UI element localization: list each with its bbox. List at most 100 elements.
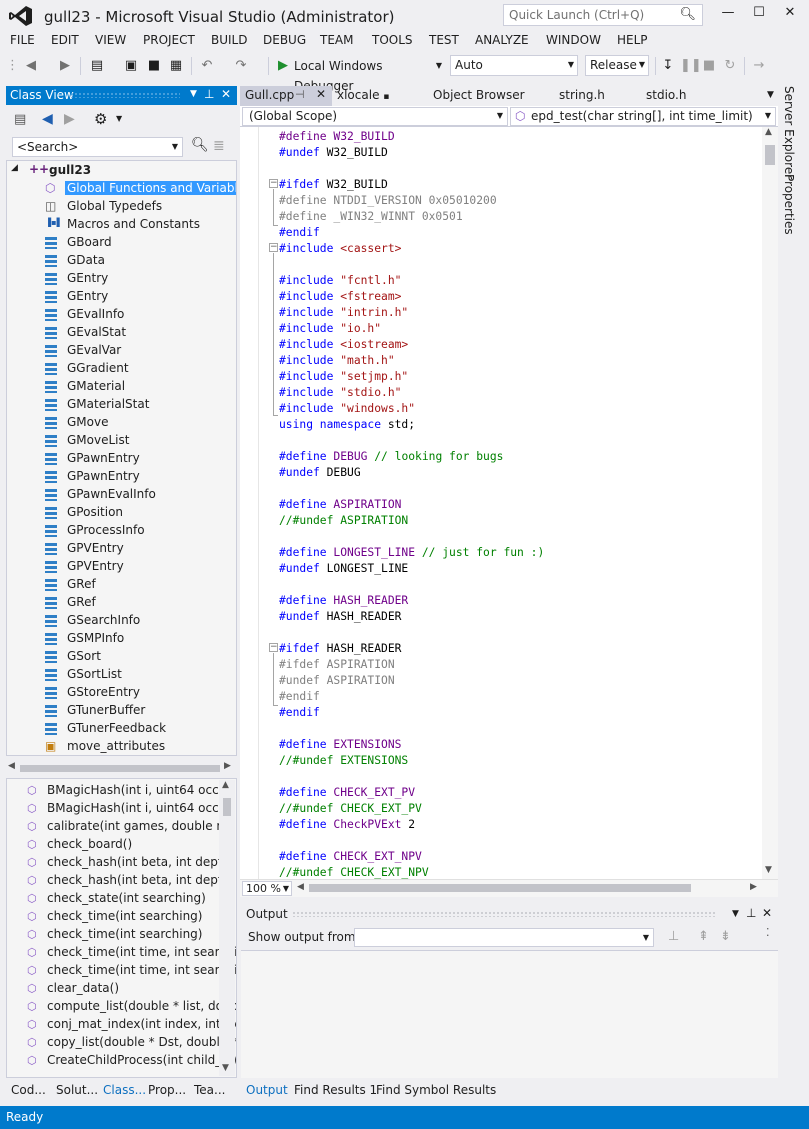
- pin-icon[interactable]: ⊥: [746, 906, 756, 920]
- undo-icon[interactable]: ↶: [198, 56, 216, 76]
- tree-item[interactable]: ▐▪▌ Macros and Constants: [45, 216, 235, 234]
- find-message-icon[interactable]: ⊥: [668, 929, 679, 944]
- scroll-down-icon[interactable]: ▼: [765, 865, 772, 875]
- zoom-select[interactable]: 100 % ▼: [242, 881, 292, 896]
- tab-find-symbol-results[interactable]: Find Symbol Results: [376, 1083, 496, 1097]
- scroll-left-icon[interactable]: ◀: [297, 882, 304, 892]
- tree-item[interactable]: ⬡ Global Functions and Variables: [45, 180, 236, 198]
- tree-item[interactable]: GRef: [45, 576, 235, 594]
- tree-item[interactable]: GPawnEvalInfo: [45, 486, 235, 504]
- member-item[interactable]: ⬡ check_hash(int beta, int depth, int: [11, 854, 236, 872]
- scroll-left-icon[interactable]: ◀: [8, 761, 15, 771]
- member-item[interactable]: ⬡ check_board(): [11, 836, 221, 854]
- tree-item[interactable]: GTunerFeedback: [45, 720, 235, 738]
- output-text-area[interactable]: [241, 950, 778, 1078]
- minimize-button[interactable]: —: [715, 5, 741, 25]
- toolbar-overflow-icon[interactable]: ⁚: [766, 926, 770, 939]
- code-editor[interactable]: #define W32_BUILD #undef W32_BUILD #ifdef …: [240, 127, 762, 879]
- start-debugging-icon[interactable]: ▶: [276, 56, 290, 76]
- menu-help[interactable]: HELP: [617, 33, 648, 47]
- pin-icon[interactable]: ⊥: [204, 87, 214, 101]
- member-item[interactable]: ⬡ calibrate(int games, double mul): [11, 818, 236, 836]
- member-item[interactable]: ⬡ clear_data(): [11, 980, 221, 998]
- indicator-margin[interactable]: [240, 127, 259, 879]
- scope-select[interactable]: (Global Scope) ▼: [242, 107, 508, 126]
- tab-object-browser[interactable]: Object Browser: [428, 86, 530, 106]
- output-source-select[interactable]: ▼: [354, 928, 654, 947]
- tree-item[interactable]: GMaterial: [45, 378, 235, 396]
- redo-icon[interactable]: ↷: [232, 56, 250, 76]
- menu-analyze[interactable]: ANALYZE: [475, 33, 529, 47]
- window-position-icon[interactable]: ▼: [190, 89, 197, 99]
- show-next-statement-icon[interactable]: →: [750, 56, 768, 76]
- tab-solution-explorer[interactable]: Solut...: [56, 1083, 98, 1097]
- menu-build[interactable]: BUILD: [211, 33, 247, 47]
- tab-output[interactable]: Output: [246, 1083, 288, 1097]
- editor-vertical-scrollbar[interactable]: ▲ ▼: [762, 127, 778, 879]
- tree-item[interactable]: GPawnEntry: [45, 450, 235, 468]
- member-item[interactable]: ⬡ check_hash(int beta, int depth, int: [11, 872, 236, 890]
- tree-item[interactable]: GEntry: [45, 288, 235, 306]
- tab-string-h[interactable]: string.h: [554, 86, 610, 106]
- member-item[interactable]: ⬡ conj_mat_index(int index, int * co: [11, 1016, 236, 1034]
- scroll-thumb[interactable]: [20, 765, 220, 772]
- menu-file[interactable]: FILE: [10, 33, 35, 47]
- tree-item[interactable]: GEntry: [45, 270, 235, 288]
- pin-icon[interactable]: ⊣: [295, 88, 305, 101]
- collapse-icon[interactable]: −: [269, 643, 278, 652]
- scroll-thumb[interactable]: [765, 145, 775, 165]
- members-vertical-scrollbar[interactable]: ▲ ▼: [219, 780, 235, 1076]
- navigate-back-icon[interactable]: ◀: [22, 56, 40, 76]
- tree-item[interactable]: GSearchInfo: [45, 612, 235, 630]
- member-item[interactable]: ⬡ check_time(int time, int searching: [11, 962, 236, 980]
- close-panel-icon[interactable]: ✕: [762, 906, 772, 920]
- tree-item[interactable]: GEvalVar: [45, 342, 235, 360]
- menu-project[interactable]: PROJECT: [143, 33, 195, 47]
- class-view-search-input[interactable]: <Search> ▼: [12, 137, 183, 157]
- menu-window[interactable]: WINDOW: [546, 33, 601, 47]
- chevron-down-icon[interactable]: ▼: [172, 142, 178, 151]
- clear-search-icon[interactable]: ≣: [213, 138, 225, 154]
- close-window-button[interactable]: ✕: [777, 5, 803, 25]
- open-file-icon[interactable]: ▣: [122, 56, 140, 76]
- tab-class-view[interactable]: Class...: [103, 1083, 146, 1097]
- pause-icon[interactable]: ❚❚: [680, 56, 702, 76]
- search-icon[interactable]: 🔍︎: [191, 137, 209, 153]
- solution-platform-select[interactable]: Auto ▼: [450, 55, 578, 76]
- new-folder-icon[interactable]: ▤: [14, 112, 26, 127]
- tree-item[interactable]: GEvalStat: [45, 324, 235, 342]
- navigate-forward-icon[interactable]: ▶: [56, 56, 74, 76]
- horizontal-scroll-thumb[interactable]: [309, 884, 691, 892]
- member-item[interactable]: ⬡ compute_list(double * list, double: [11, 998, 236, 1016]
- window-position-icon[interactable]: ▼: [732, 909, 739, 919]
- tree-item[interactable]: GGradient: [45, 360, 235, 378]
- member-select[interactable]: ⬡ epd_test(char string[], int time_limit…: [510, 107, 776, 126]
- tree-project-node[interactable]: ◢ ++ gull23: [11, 162, 211, 180]
- scroll-thumb[interactable]: [223, 798, 231, 816]
- forward-icon[interactable]: ▶: [64, 111, 75, 127]
- member-item[interactable]: ⬡ check_time(int searching): [11, 908, 221, 926]
- tree-item[interactable]: ◫ Global Typedefs: [45, 198, 235, 216]
- member-item[interactable]: ⬡ CreateChildProcess(int child_id): [11, 1052, 236, 1070]
- collapse-icon[interactable]: −: [269, 179, 278, 188]
- save-all-icon[interactable]: ▦: [168, 56, 184, 76]
- tree-item[interactable]: GMaterialStat: [45, 396, 235, 414]
- tree-item[interactable]: GData: [45, 252, 235, 270]
- scroll-up-icon[interactable]: ▲: [222, 780, 229, 790]
- configuration-select[interactable]: Release ▼: [585, 55, 649, 76]
- tab-stdio-h[interactable]: stdio.h: [641, 86, 691, 106]
- scroll-right-icon[interactable]: ▶: [750, 882, 757, 892]
- back-icon[interactable]: ◀: [42, 111, 53, 127]
- tab-code-definition[interactable]: Cod...: [11, 1083, 46, 1097]
- scroll-right-icon[interactable]: ▶: [224, 761, 231, 771]
- menu-view[interactable]: VIEW: [95, 33, 126, 47]
- menu-team[interactable]: TEAM: [320, 33, 353, 47]
- tab-overflow-icon[interactable]: ▼: [767, 90, 774, 100]
- tree-item[interactable]: GSortList: [45, 666, 235, 684]
- tree-item[interactable]: ▣ move_attributes: [45, 738, 235, 755]
- server-explorer-tab[interactable]: Server Explorer: [782, 86, 796, 179]
- tab-property-manager[interactable]: Prop...: [148, 1083, 186, 1097]
- tree-item[interactable]: GProcessInfo: [45, 522, 235, 540]
- tree-item[interactable]: GPosition: [45, 504, 235, 522]
- menu-edit[interactable]: EDIT: [51, 33, 79, 47]
